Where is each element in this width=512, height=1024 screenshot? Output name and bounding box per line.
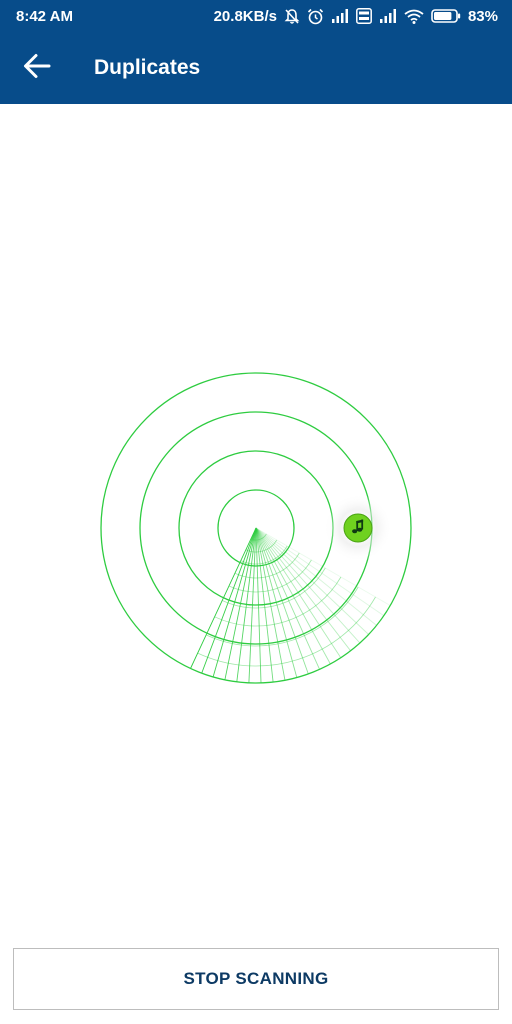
status-bar: 8:42 AM 20.8KB/s 83% — [0, 0, 512, 32]
battery-fill — [433, 12, 452, 20]
signal-icon — [331, 9, 349, 23]
radar-sweep-line — [190, 527, 257, 669]
network-speed: 20.8KB/s — [213, 7, 277, 25]
arrow-back-icon — [23, 53, 51, 84]
toolbar: Duplicates — [0, 32, 512, 104]
app-screen: 8:42 AM 20.8KB/s 83% Duplicates STOP SCA… — [0, 0, 512, 1024]
radar-sweep-arc — [197, 596, 376, 667]
app-header: 8:42 AM 20.8KB/s 83% Duplicates — [0, 0, 512, 104]
radar-sweep-arc — [240, 545, 288, 565]
wifi-icon — [404, 9, 424, 24]
back-button[interactable] — [17, 48, 57, 88]
stop-scanning-label: STOP SCANNING — [183, 969, 329, 988]
radar-sweep-line — [201, 527, 257, 674]
status-indicators: 20.8KB/s 83% — [214, 8, 498, 25]
volte-icon — [356, 8, 372, 24]
battery-percent: 83% — [467, 7, 498, 25]
bell-off-icon — [284, 8, 300, 25]
alarm-icon — [307, 8, 324, 25]
status-time: 8:42 AM — [16, 7, 73, 25]
found-item-marker — [343, 513, 373, 543]
radar-sweep-arc — [234, 552, 300, 579]
stop-scanning-button[interactable]: STOP SCANNING — [13, 948, 499, 1010]
battery-icon — [431, 9, 461, 23]
radar-graphic — [100, 372, 412, 684]
radar-sweep-line — [212, 527, 257, 678]
page-title: Duplicates — [94, 56, 201, 79]
scan-radar — [95, 367, 417, 689]
signal-icon — [379, 9, 397, 23]
